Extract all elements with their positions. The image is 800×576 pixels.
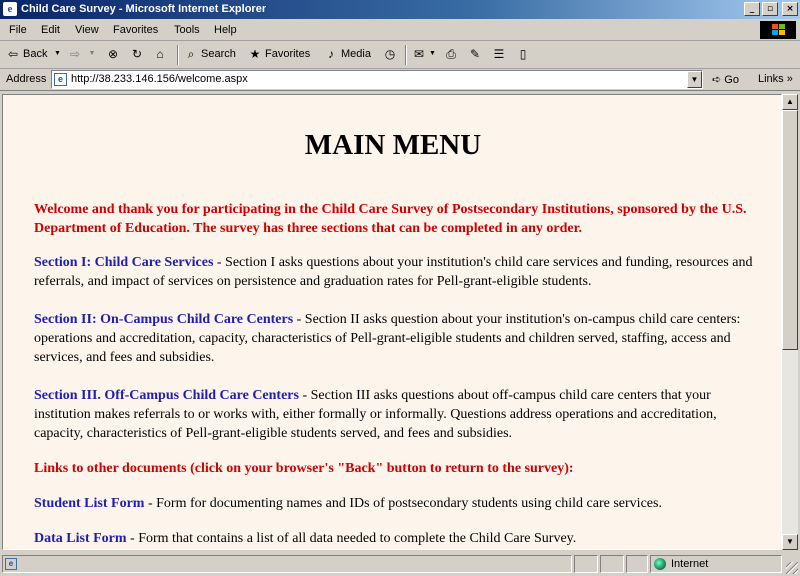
home-button[interactable]: ⌂ (153, 47, 167, 61)
stop-button[interactable]: ⊗ (106, 47, 120, 61)
page-content: MAIN MENU Welcome and thank you for part… (2, 94, 782, 550)
go-button[interactable]: ➪ Go (712, 73, 739, 86)
search-icon: ⌕ (187, 47, 195, 61)
standard-toolbar: ⇦ Back ▼ ⇨ ▼ ⊗ ↻ ⌂ ⌕ Search ★ Favorites … (0, 41, 800, 69)
history-icon: ◷ (384, 47, 396, 61)
back-arrow-icon: ⇦ (7, 47, 19, 61)
menu-file[interactable]: File (9, 24, 27, 36)
address-bar: Address e http://38.233.146.156/welcome.… (0, 69, 800, 91)
vertical-scrollbar[interactable]: ▲ ▼ (782, 94, 798, 550)
menu-bar: File Edit View Favorites Tools Help (0, 19, 800, 41)
close-button[interactable]: × (782, 2, 798, 16)
welcome-text: Welcome and thank you for participating … (34, 202, 747, 236)
edit-icon: ✎ (469, 47, 481, 61)
edit-button[interactable]: ✎ (468, 47, 482, 61)
favorites-button[interactable]: ★ Favorites (248, 47, 311, 61)
status-cell (600, 555, 624, 573)
links-heading: Links to other documents (click on your … (34, 461, 574, 476)
menu-edit[interactable]: Edit (41, 24, 60, 36)
section-1-item: Section I: Child Care Services - Section… (34, 253, 759, 291)
print-icon: ⎙ (446, 47, 456, 61)
messenger-button[interactable]: ▯ (516, 47, 530, 61)
toolbar-separator (405, 45, 407, 65)
forward-dropdown-icon[interactable]: ▼ (85, 47, 99, 61)
mail-icon: ✉ (413, 47, 425, 61)
messenger-icon: ▯ (519, 47, 527, 61)
window-title: Child Care Survey - Microsoft Internet E… (21, 3, 267, 15)
back-label: Back (23, 48, 48, 60)
links-label: Links (758, 73, 784, 85)
back-dropdown-icon[interactable]: ▼ (50, 47, 64, 61)
student-list-form-link[interactable]: Student List Form (34, 496, 144, 511)
search-label: Search (201, 48, 236, 60)
forward-arrow-icon: ⇨ (69, 47, 81, 61)
status-cell (574, 555, 598, 573)
resize-grip-icon[interactable] (786, 562, 798, 574)
document-2-item: Data List Form - Form that contains a li… (34, 529, 759, 548)
status-text-area: e (2, 555, 572, 573)
go-arrow-icon: ➪ (712, 74, 722, 86)
refresh-button[interactable]: ↻ (130, 47, 144, 61)
data-list-form-description: - Form that contains a list of all data … (126, 531, 577, 546)
media-icon: ♪ (328, 47, 334, 61)
address-label: Address (6, 73, 47, 85)
address-input[interactable]: e http://38.233.146.156/welcome.aspx ▼ (51, 70, 703, 89)
back-button[interactable]: ⇦ Back ▼ (6, 47, 64, 61)
page-icon: e (5, 558, 17, 570)
menu-favorites[interactable]: Favorites (113, 24, 158, 36)
chevron-right-icon: » (786, 73, 793, 85)
scrollbar-thumb[interactable] (782, 110, 798, 350)
student-list-form-description: - Form for documenting names and IDs of … (144, 496, 662, 511)
section-3-item: Section III. Off-Campus Child Care Cente… (34, 386, 759, 443)
section-1-link[interactable]: Section I: Child Care Services (34, 255, 213, 270)
section-2-item: Section II: On-Campus Child Care Centers… (34, 310, 759, 367)
links-button[interactable]: Links » (758, 73, 793, 85)
window-controls: _ ▫ × (744, 2, 798, 16)
section-2-link[interactable]: Section II: On-Campus Child Care Centers (34, 312, 293, 327)
refresh-icon: ↻ (131, 47, 143, 61)
search-button[interactable]: ⌕ Search (184, 47, 236, 61)
home-icon: ⌂ (156, 47, 164, 61)
stop-icon: ⊗ (107, 47, 119, 61)
favorites-icon: ★ (249, 47, 261, 61)
menu-help[interactable]: Help (214, 24, 237, 36)
history-button[interactable]: ◷ (383, 47, 397, 61)
title-bar: e Child Care Survey - Microsoft Internet… (0, 0, 800, 19)
menu-view[interactable]: View (75, 24, 99, 36)
favorites-label: Favorites (265, 48, 311, 60)
go-label: Go (724, 74, 739, 86)
discuss-button[interactable]: ☰ (492, 47, 506, 61)
scroll-up-icon[interactable]: ▲ (782, 94, 798, 110)
discuss-icon: ☰ (493, 47, 505, 61)
media-label: Media (341, 48, 371, 60)
address-dropdown-icon[interactable]: ▼ (687, 71, 702, 88)
windows-logo-icon (760, 21, 796, 39)
address-url[interactable]: http://38.233.146.156/welcome.aspx (71, 73, 248, 85)
status-cell (626, 555, 648, 573)
status-bar: e Internet (0, 553, 800, 576)
data-list-form-link[interactable]: Data List Form (34, 531, 127, 546)
print-button[interactable]: ⎙ (444, 47, 458, 61)
toolbar-separator (177, 45, 179, 65)
media-button[interactable]: ♪ Media (324, 47, 371, 61)
globe-icon (654, 558, 666, 570)
scroll-down-icon[interactable]: ▼ (782, 534, 798, 550)
menu-tools[interactable]: Tools (174, 24, 200, 36)
maximize-button[interactable]: ▫ (762, 2, 778, 16)
ie-logo-icon: e (3, 2, 17, 16)
zone-label: Internet (671, 558, 709, 570)
security-zone: Internet (650, 555, 782, 573)
mail-dropdown-icon[interactable]: ▼ (429, 47, 436, 61)
document-1-item: Student List Form - Form for documenting… (34, 494, 759, 513)
section-3-link[interactable]: Section III. Off-Campus Child Care Cente… (34, 388, 299, 403)
minimize-button[interactable]: _ (744, 2, 760, 16)
page-title: MAIN MENU (304, 129, 482, 161)
forward-button[interactable]: ⇨ ▼ (68, 47, 99, 61)
page-icon: e (54, 73, 67, 86)
mail-button[interactable]: ✉ ▼ (412, 47, 436, 61)
